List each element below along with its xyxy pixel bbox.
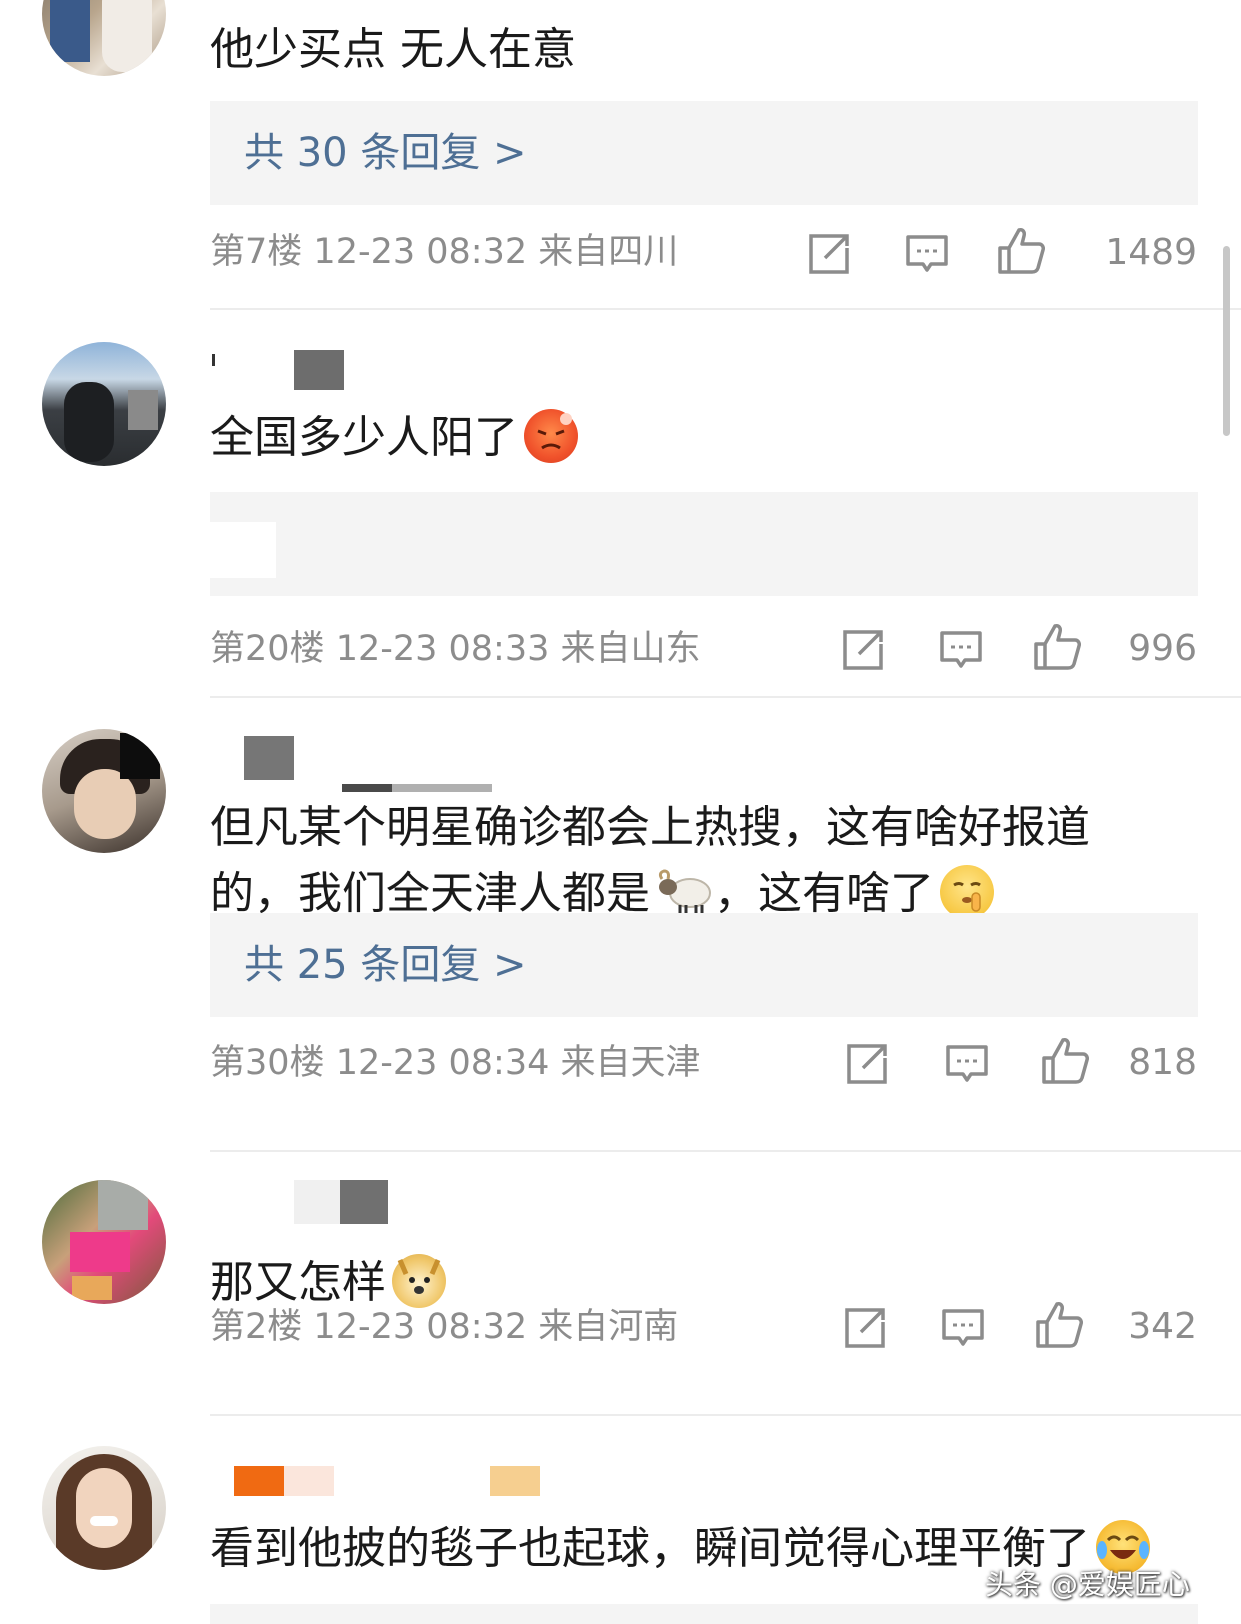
like-icon[interactable]: [997, 226, 1045, 276]
comment-list-page: 他少买点 无人在意 共 30 条回复 > 第7楼 12-23 08:32 来自四…: [0, 0, 1241, 1624]
reply-comment-icon[interactable]: [939, 628, 983, 672]
like-icon[interactable]: [1041, 1036, 1089, 1086]
divider: [210, 1414, 1241, 1416]
floor-number: 第30楼: [210, 1043, 325, 1083]
avatar[interactable]: [42, 342, 166, 466]
like-icon[interactable]: [1033, 622, 1081, 672]
divider: [210, 308, 1241, 310]
share-icon[interactable]: [843, 1306, 887, 1350]
like-icon[interactable]: [1035, 1300, 1083, 1350]
timestamp: 12-23 08:32: [313, 232, 528, 272]
view-replies-link[interactable]: 共 30 条回复 >: [244, 123, 527, 183]
comment-text: 全国多少人阳了: [210, 405, 1210, 471]
comment-text: 他少买点 无人在意: [210, 24, 576, 75]
like-count: 818: [1128, 1042, 1197, 1083]
username-redacted: [208, 350, 408, 394]
reply-box-redacted[interactable]: [196, 492, 1198, 596]
share-icon[interactable]: [841, 628, 885, 672]
location: 来自山东: [560, 629, 701, 669]
view-replies-link[interactable]: 共 25 条回复 >: [244, 935, 527, 995]
sheep-emoji: [656, 865, 714, 919]
avatar[interactable]: [42, 1446, 166, 1570]
scrollbar[interactable]: [1223, 246, 1230, 436]
like-count: 996: [1128, 628, 1197, 669]
divider: [210, 696, 1241, 698]
comment-meta: 第2楼 12-23 08:32 来自河南: [210, 1302, 678, 1352]
comment-text: 但凡某个明星确诊都会上热搜，这有啥好报道 的，我们全天津人都是 ，这有啥了: [210, 802, 1090, 919]
username-redacted: [208, 1180, 408, 1224]
comment-meta: 第20楼 12-23 08:33 来自山东: [210, 624, 701, 674]
share-icon[interactable]: [807, 232, 851, 276]
location: 来自四川: [538, 232, 679, 272]
username-redacted: [208, 736, 508, 792]
divider: [210, 1150, 1241, 1152]
floor-number: 第2楼: [210, 1307, 303, 1347]
reply-comment-icon[interactable]: [941, 1306, 985, 1350]
timestamp: 12-23 08:34: [335, 1043, 550, 1083]
avatar[interactable]: [42, 729, 166, 853]
timestamp: 12-23 08:32: [313, 1307, 528, 1347]
reply-box[interactable]: 共 30 条回复 >: [210, 101, 1198, 205]
reply-comment-icon[interactable]: [945, 1042, 989, 1086]
like-count: 342: [1128, 1306, 1197, 1347]
reply-box[interactable]: [210, 1604, 1198, 1624]
angry-face-emoji: [524, 409, 578, 463]
username-redacted: [208, 1466, 548, 1510]
floor-number: 第20楼: [210, 629, 325, 669]
reply-comment-icon[interactable]: [905, 232, 949, 276]
avatar[interactable]: [42, 1180, 166, 1304]
timestamp: 12-23 08:33: [335, 629, 550, 669]
like-count: 1489: [1105, 232, 1197, 273]
floor-number: 第7楼: [210, 232, 303, 272]
reply-box[interactable]: 共 25 条回复 >: [210, 913, 1198, 1017]
comment-actions: 818: [797, 1036, 1197, 1092]
shush-face-emoji: [940, 865, 994, 919]
location: 来自河南: [538, 1307, 679, 1347]
comment-actions: 1489: [797, 226, 1197, 282]
avatar[interactable]: [42, 0, 166, 76]
comment-meta: 第7楼 12-23 08:32 来自四川: [210, 227, 678, 277]
location: 来自天津: [560, 1043, 701, 1083]
comment-meta: 第30楼 12-23 08:34 来自天津: [210, 1038, 701, 1088]
share-icon[interactable]: [845, 1042, 889, 1086]
watermark: 头条 @爱娱匠心: [985, 1568, 1190, 1601]
doge-emoji: [392, 1254, 446, 1308]
comment-actions: 342: [797, 1300, 1197, 1356]
comment-actions: 996: [797, 622, 1197, 678]
